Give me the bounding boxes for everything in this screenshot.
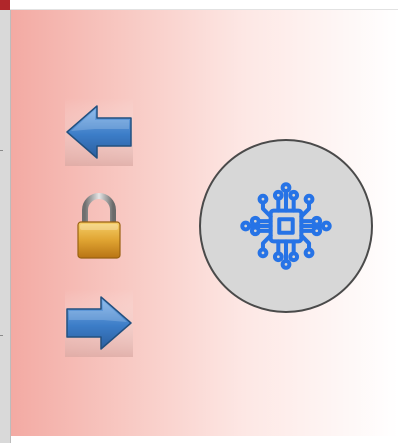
- right-arrow-icon: [65, 289, 133, 357]
- padlock-icon: [77, 193, 121, 259]
- bottom-edge: [11, 436, 398, 443]
- circuit-chip-icon: [240, 182, 332, 270]
- side-gutter: [0, 10, 11, 443]
- lock-indicator: [73, 190, 125, 262]
- left-arrow-icon: [65, 98, 133, 166]
- forward-button[interactable]: [63, 287, 135, 359]
- app-window: [0, 0, 398, 443]
- window-accent: [0, 0, 10, 10]
- back-button[interactable]: [63, 96, 135, 168]
- title-bar: [0, 0, 398, 10]
- processor-button[interactable]: [199, 139, 373, 313]
